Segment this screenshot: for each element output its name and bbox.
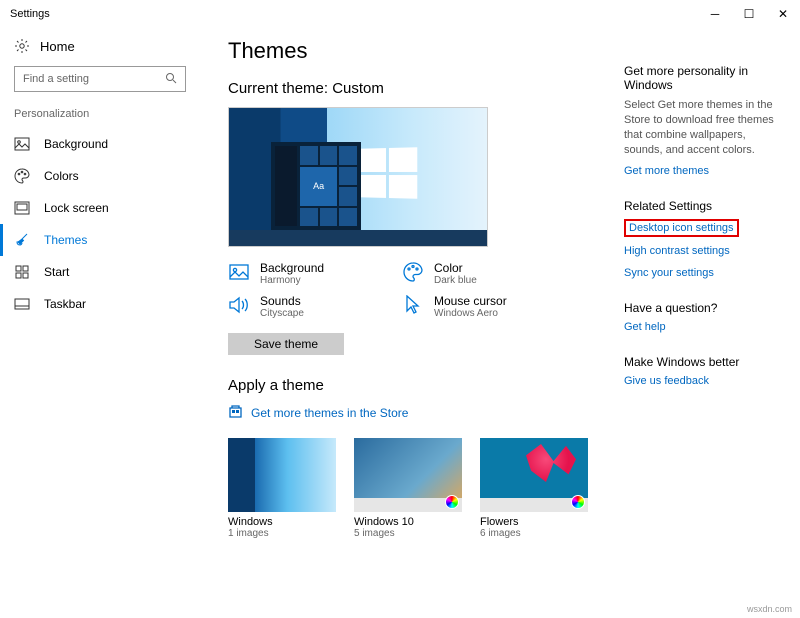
sidebar-item-label: Lock screen <box>44 201 109 215</box>
desktop-icon-settings-link[interactable]: Desktop icon settings <box>624 219 739 237</box>
sidebar-item-start[interactable]: Start <box>0 256 200 288</box>
start-icon <box>14 264 30 280</box>
windows-logo-icon <box>359 147 418 199</box>
related-settings-heading: Related Settings <box>624 199 784 213</box>
preview-taskbar <box>229 230 487 246</box>
high-contrast-link[interactable]: High contrast settings <box>624 245 784 257</box>
sidebar-item-label: Start <box>44 265 69 279</box>
sidebar-home-label: Home <box>40 39 75 54</box>
theme-prop-cursor[interactable]: Mouse cursorWindows Aero <box>402 294 572 319</box>
titlebar: Settings ─ ☐ ✕ <box>0 0 800 28</box>
personality-text: Select Get more themes in the Store to d… <box>624 98 784 157</box>
maximize-button[interactable]: ☐ <box>732 0 766 28</box>
search-placeholder: Find a setting <box>23 73 89 85</box>
sidebar-item-lockscreen[interactable]: Lock screen <box>0 192 200 224</box>
theme-card-windows[interactable]: Windows 1 images <box>228 438 336 539</box>
store-icon <box>228 404 243 422</box>
right-panel: Get more personality in Windows Select G… <box>620 28 800 590</box>
theme-card-flowers[interactable]: Flowers 6 images <box>480 438 588 539</box>
get-more-themes-link[interactable]: Get more themes in the Store <box>228 404 612 422</box>
close-button[interactable]: ✕ <box>766 0 800 28</box>
feedback-link[interactable]: Give us feedback <box>624 375 784 387</box>
minimize-button[interactable]: ─ <box>698 0 732 28</box>
page-title: Themes <box>228 38 612 64</box>
sidebar-item-label: Taskbar <box>44 297 86 311</box>
window-title: Settings <box>10 8 50 20</box>
sync-settings-link[interactable]: Sync your settings <box>624 267 784 279</box>
sidebar: Home Find a setting Personalization Back… <box>0 28 200 590</box>
sidebar-item-taskbar[interactable]: Taskbar <box>0 288 200 320</box>
sidebar-item-label: Colors <box>44 169 79 183</box>
search-input[interactable]: Find a setting <box>14 66 186 92</box>
preview-start-menu: Aa <box>271 142 361 230</box>
color-wheel-icon <box>445 495 459 509</box>
question-heading: Have a question? <box>624 301 784 315</box>
main-content: Themes Current theme: Custom Aa Backgrou… <box>200 28 620 590</box>
theme-thumbnail <box>354 438 462 512</box>
palette-icon <box>402 261 424 283</box>
picture-icon <box>228 261 250 283</box>
search-icon <box>165 72 177 87</box>
cursor-icon <box>402 294 424 316</box>
sound-icon <box>228 294 250 316</box>
brush-icon <box>14 232 30 248</box>
sidebar-home[interactable]: Home <box>0 32 200 60</box>
theme-prop-color[interactable]: ColorDark blue <box>402 261 572 286</box>
theme-prop-sounds[interactable]: SoundsCityscape <box>228 294 398 319</box>
sidebar-item-background[interactable]: Background <box>0 128 200 160</box>
frame-icon <box>14 200 30 216</box>
save-theme-button[interactable]: Save theme <box>228 333 344 355</box>
get-help-link[interactable]: Get help <box>624 321 784 333</box>
sidebar-section-label: Personalization <box>0 104 200 128</box>
picture-icon <box>14 136 30 152</box>
theme-thumbnail <box>480 438 588 512</box>
taskbar-icon <box>14 296 30 312</box>
theme-preview[interactable]: Aa <box>228 107 488 247</box>
sidebar-item-label: Background <box>44 137 108 151</box>
get-more-themes-link[interactable]: Get more themes <box>624 165 784 177</box>
sidebar-item-themes[interactable]: Themes <box>0 224 200 256</box>
theme-prop-background[interactable]: BackgroundHarmony <box>228 261 398 286</box>
color-wheel-icon <box>571 495 585 509</box>
gear-icon <box>14 38 30 54</box>
better-heading: Make Windows better <box>624 355 784 369</box>
theme-thumbnail <box>228 438 336 512</box>
apply-theme-heading: Apply a theme <box>228 377 612 394</box>
personality-heading: Get more personality in Windows <box>624 64 784 92</box>
palette-icon <box>14 168 30 184</box>
watermark: wsxdn.com <box>747 604 792 614</box>
theme-card-windows10[interactable]: Windows 10 5 images <box>354 438 462 539</box>
sidebar-item-colors[interactable]: Colors <box>0 160 200 192</box>
current-theme-heading: Current theme: Custom <box>228 80 612 97</box>
sidebar-item-label: Themes <box>44 233 87 247</box>
